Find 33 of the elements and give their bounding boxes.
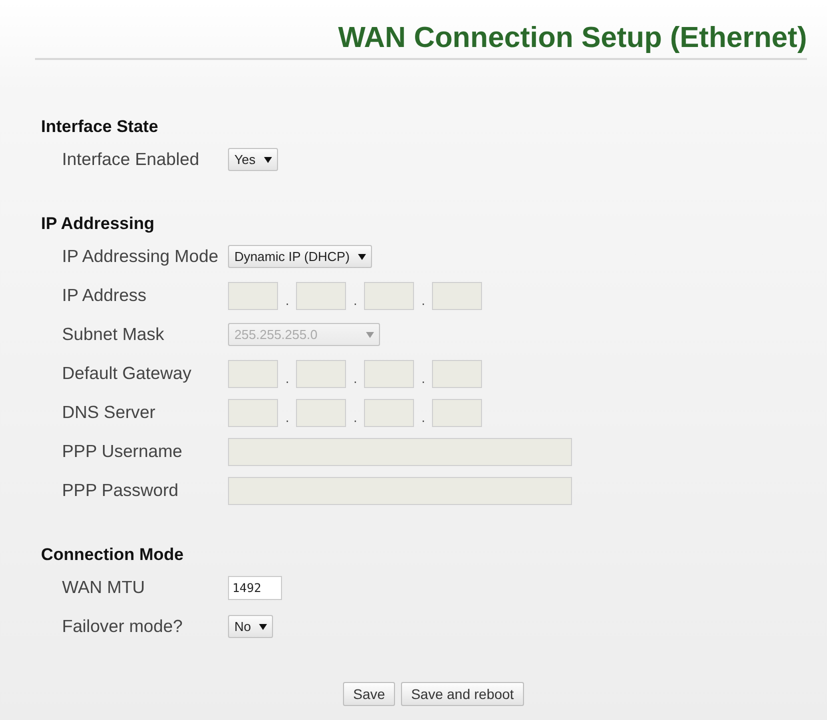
octet-separator: .: [284, 368, 290, 386]
field-label: Interface Enabled: [62, 148, 200, 171]
field-label: Failover mode?: [62, 615, 184, 638]
section-heading: IP Addressing: [41, 213, 156, 235]
field-label: Subnet Mask: [62, 323, 166, 346]
octet-separator: .: [284, 290, 290, 308]
octet-separator: .: [352, 408, 358, 424]
dropdown[interactable]: Yes: [228, 148, 278, 171]
action-button[interactable]: Save and reboot: [401, 682, 524, 706]
input-field[interactable]: 1492: [228, 576, 282, 600]
field-label: IP Addressing Mode: [62, 245, 218, 268]
field-label: PPP Password: [62, 479, 180, 502]
section-heading: Interface State: [41, 116, 160, 138]
page-title: WAN Connection Setup (Ethernet): [338, 22, 807, 56]
octet-separator: .: [352, 368, 358, 386]
octet-separator: .: [284, 408, 290, 424]
section-heading: Connection Mode: [41, 544, 185, 566]
dropdown-caret-icon: [264, 156, 272, 162]
field-label: DNS Server: [62, 401, 156, 424]
field-label: WAN MTU: [62, 576, 146, 599]
action-button[interactable]: Save: [343, 682, 396, 706]
dropdown[interactable]: No: [228, 615, 273, 638]
dropdown-caret-icon: [258, 624, 267, 630]
field-label: Default Gateway: [62, 362, 192, 385]
dropdown-caret-icon: [366, 332, 374, 338]
dropdown[interactable]: Dynamic IP (DHCP): [228, 245, 372, 268]
octet-separator: .: [420, 408, 426, 424]
octet-separator: .: [352, 290, 358, 308]
field-label: PPP Username: [62, 440, 184, 463]
dropdown-caret-icon: [358, 254, 366, 260]
octet-separator: .: [420, 290, 426, 308]
field-label: IP Address: [62, 284, 148, 307]
octet-separator: .: [420, 368, 426, 386]
